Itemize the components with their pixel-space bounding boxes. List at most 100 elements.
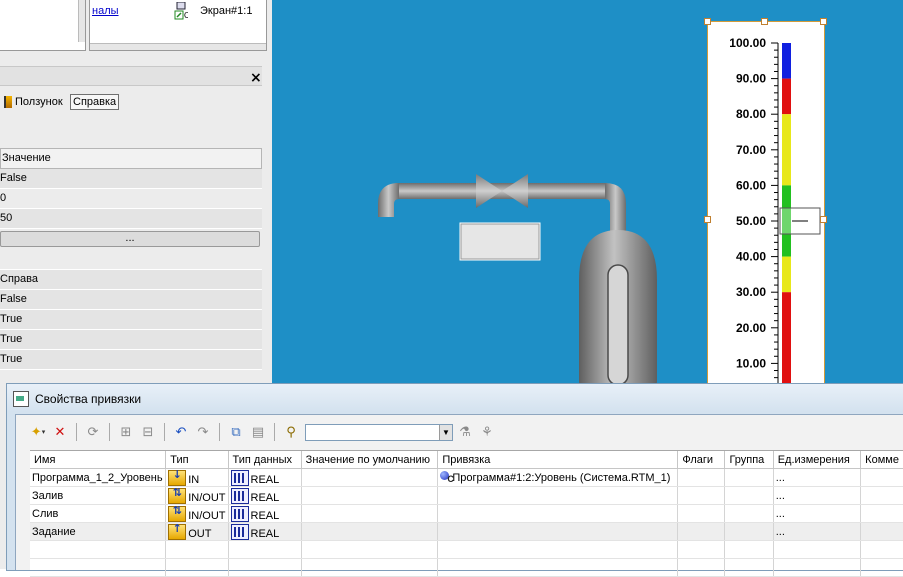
paste-icon[interactable]: ▤: [248, 422, 268, 442]
direction-label: IN/OUT: [188, 509, 226, 522]
column-header[interactable]: Тип: [165, 451, 229, 469]
cell-binding[interactable]: [437, 486, 679, 505]
window-title-bar[interactable]: Свойства привязки: [13, 390, 141, 408]
screen-label[interactable]: Экран#1:1: [200, 5, 252, 17]
cell-binding[interactable]: [437, 522, 679, 541]
undo-icon[interactable]: ↶: [171, 422, 191, 442]
cell-binding[interactable]: [437, 504, 679, 523]
property-value[interactable]: 0: [0, 189, 262, 209]
cell-default[interactable]: [301, 504, 439, 523]
column-header[interactable]: Привязка: [437, 451, 679, 469]
selection-handle[interactable]: [704, 216, 711, 223]
refresh-icon[interactable]: ⟳: [83, 422, 103, 442]
vertical-scrollbar[interactable]: [78, 0, 85, 42]
selection-handle[interactable]: [820, 216, 827, 223]
property-value[interactable]: True: [0, 330, 262, 350]
cell-group[interactable]: [724, 468, 774, 487]
ellipsis-button[interactable]: ...: [0, 231, 260, 247]
cell-name[interactable]: Программа_1_2_Уровень: [30, 468, 167, 487]
cell-binding[interactable]: C Программа#1:2:Уровень (Система.RTM_1): [437, 468, 679, 487]
cell-empty: [437, 540, 679, 559]
tab-slider[interactable]: Ползунок: [4, 96, 63, 108]
redo-icon[interactable]: ↷: [193, 422, 213, 442]
close-icon[interactable]: ×: [250, 70, 262, 86]
datatype-label: REAL: [250, 473, 280, 486]
table-header-row: Имя Тип Тип данных Значение по умолчанию При…: [30, 451, 903, 469]
tree-link[interactable]: налы: [92, 5, 119, 17]
find-icon[interactable]: ⚲: [281, 422, 301, 442]
column-header[interactable]: Группа: [724, 451, 774, 469]
selection-handle[interactable]: [761, 18, 768, 25]
property-value[interactable]: [0, 250, 262, 270]
tree-view-left[interactable]: [0, 0, 86, 51]
cell-unit[interactable]: ...: [773, 486, 862, 505]
collapse-icon[interactable]: ⊟: [138, 422, 158, 442]
cell-group[interactable]: [724, 504, 774, 523]
cell-group[interactable]: [724, 486, 774, 505]
copy-icon[interactable]: ⧉: [226, 422, 246, 442]
cell-comment[interactable]: [860, 522, 903, 541]
cell-flags[interactable]: [677, 468, 726, 487]
cell-comment[interactable]: [860, 486, 903, 505]
table-row[interactable]: Программа_1_2_Уровень ↓ IN REAL C Программа#1…: [30, 468, 903, 487]
tree-view-right[interactable]: налы C Экран#1:1: [89, 0, 267, 51]
filter-clear-icon[interactable]: ⚘: [477, 422, 497, 442]
horizontal-scrollbar[interactable]: [90, 43, 266, 50]
cell-flags[interactable]: [677, 522, 726, 541]
column-header[interactable]: Значение по умолчанию: [301, 451, 439, 469]
column-header[interactable]: Имя: [30, 451, 167, 469]
cell-direction[interactable]: ⇅ IN/OUT: [165, 504, 229, 523]
svg-text:C: C: [184, 11, 188, 20]
column-header[interactable]: Тип данных: [228, 451, 302, 469]
cell-name[interactable]: Задание: [30, 522, 167, 541]
cell-unit[interactable]: ...: [773, 504, 862, 523]
expand-icon[interactable]: ⊞: [116, 422, 136, 442]
cell-datatype[interactable]: REAL: [228, 468, 302, 487]
cell-datatype[interactable]: REAL: [228, 486, 302, 505]
chevron-down-icon[interactable]: ▼: [439, 424, 452, 440]
selection-handle[interactable]: [820, 18, 827, 25]
column-header[interactable]: Флаги: [677, 451, 726, 469]
table-row[interactable]: Задание ↑ OUT REAL...: [30, 522, 903, 541]
cell-flags[interactable]: [677, 504, 726, 523]
direction-out-icon: ↑: [168, 523, 187, 540]
cell-empty: [677, 540, 726, 559]
cell-datatype[interactable]: REAL: [228, 504, 302, 523]
table-row[interactable]: Слив ⇅ IN/OUT REAL...: [30, 504, 903, 523]
gauge-tick-label: 70.00: [736, 143, 766, 157]
level-gauge[interactable]: 100.00 90.00 80.00 70.00 60.00 50.00 40.00 30.0…: [707, 21, 825, 406]
delete-icon[interactable]: ✕: [50, 422, 70, 442]
property-value[interactable]: True: [0, 350, 262, 370]
cell-default[interactable]: [301, 486, 439, 505]
cell-comment[interactable]: [860, 468, 903, 487]
cell-datatype[interactable]: REAL: [228, 522, 302, 541]
cell-name[interactable]: Слив: [30, 504, 167, 523]
property-value[interactable]: 50: [0, 209, 262, 229]
property-value[interactable]: False: [0, 169, 262, 189]
table-row[interactable]: Залив ⇅ IN/OUT REAL...: [30, 486, 903, 505]
property-value[interactable]: True: [0, 310, 262, 330]
cell-direction[interactable]: ↓ IN: [165, 468, 229, 487]
cell-direction[interactable]: ⇅ IN/OUT: [165, 486, 229, 505]
cell-default[interactable]: [301, 468, 439, 487]
cell-group[interactable]: [724, 522, 774, 541]
filter-combobox[interactable]: ▼: [305, 423, 453, 441]
column-header[interactable]: Ед.измерения: [773, 451, 862, 469]
property-value[interactable]: False: [0, 290, 262, 310]
cell-unit[interactable]: ...: [773, 522, 862, 541]
cell-default[interactable]: [301, 522, 439, 541]
filter-icon[interactable]: ⚗: [455, 422, 475, 442]
cell-flags[interactable]: [677, 486, 726, 505]
property-value[interactable]: Справа: [0, 270, 262, 290]
selection-handle[interactable]: [704, 18, 711, 25]
add-icon[interactable]: ✦ ▾: [28, 422, 48, 442]
cell-name[interactable]: Залив: [30, 486, 167, 505]
toolbar-separator: [219, 423, 220, 441]
cell-direction[interactable]: ↑ OUT: [165, 522, 229, 541]
column-header[interactable]: Комме: [860, 451, 903, 469]
direction-inout-icon: ⇅: [168, 487, 187, 504]
cell-comment[interactable]: [860, 504, 903, 523]
tab-help[interactable]: Справка: [70, 94, 120, 110]
tab-slider-label: Ползунок: [15, 96, 63, 108]
cell-unit[interactable]: ...: [773, 468, 862, 487]
